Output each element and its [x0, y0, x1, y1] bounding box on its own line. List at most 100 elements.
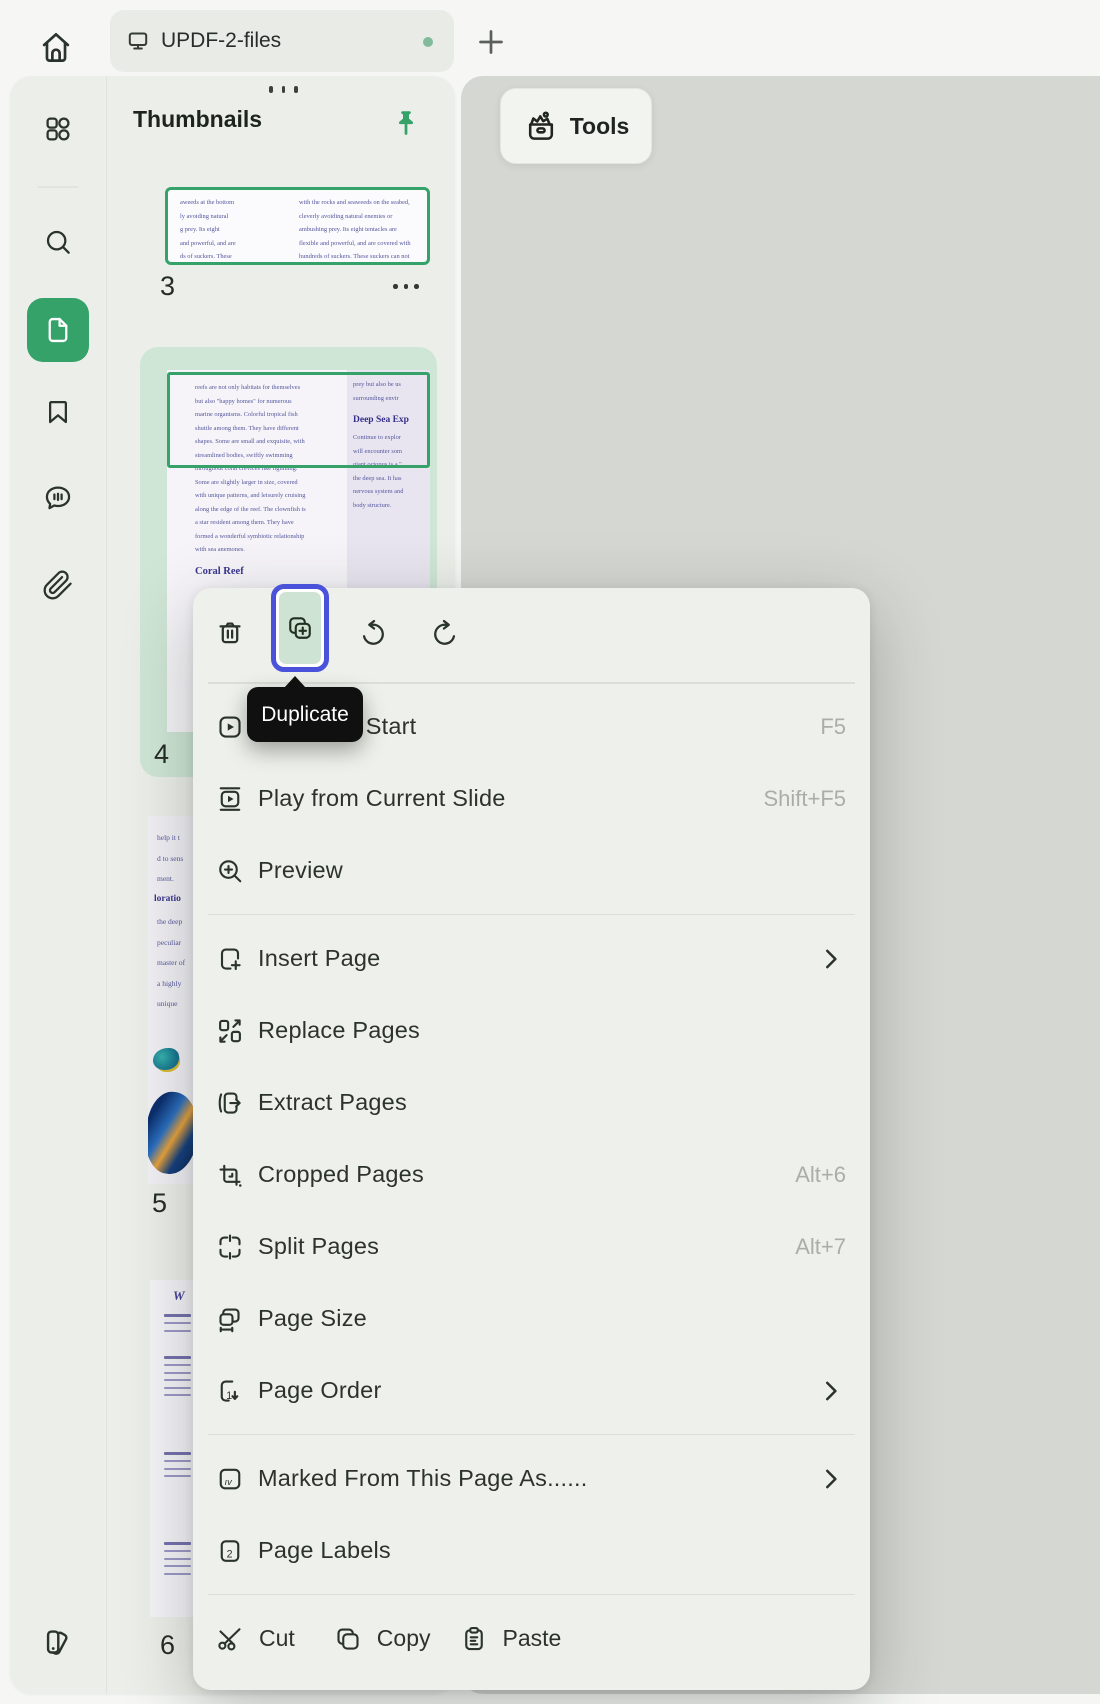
page-6-text-block	[164, 1356, 191, 1402]
page-3-left-column: aweeds at the bottomly avoiding naturalg…	[180, 196, 286, 264]
updf-app-window: UPDF-2-files Thumbnails aweeds at the bo…	[0, 0, 1100, 1704]
replace-pages-icon	[215, 1016, 245, 1046]
page-6-text-block	[164, 1452, 191, 1483]
monitor-icon	[126, 29, 150, 53]
text-line: body structure.	[353, 499, 429, 513]
cut-icon	[215, 1624, 245, 1654]
panel-drag-handle[interactable]	[269, 86, 298, 93]
svg-text:ıv: ıv	[225, 1476, 234, 1486]
text-line: a highly	[157, 974, 185, 995]
text-line: formed a wonderful symbiotic relationshi…	[195, 530, 341, 544]
sidebar-item-attachments[interactable]	[34, 561, 82, 609]
tools-label: Tools	[570, 113, 630, 140]
duplicate-button-highlighted[interactable]	[271, 584, 329, 672]
cut-button[interactable]: Cut	[215, 1624, 295, 1654]
text-line: and powerful, and are	[180, 237, 286, 251]
svg-text:2: 2	[227, 1548, 233, 1560]
swatches-icon	[41, 1625, 75, 1659]
page-3-more-icon[interactable]	[393, 284, 419, 289]
menu-item-page-size[interactable]: Page Size	[193, 1283, 870, 1355]
menu-item-label: Extract Pages	[258, 1089, 407, 1116]
thumbnail-page-3[interactable]: aweeds at the bottomly avoiding naturalg…	[165, 187, 430, 265]
sidebar-item-page-thumbnails[interactable]	[27, 298, 89, 362]
chevron-right-icon	[816, 944, 846, 974]
undo-button[interactable]	[349, 608, 397, 656]
comment-icon	[42, 482, 74, 514]
page-size-icon	[215, 1304, 245, 1334]
clip-label: Copy	[377, 1625, 431, 1652]
new-tab-icon[interactable]	[474, 25, 508, 59]
document-tab[interactable]: UPDF-2-files	[110, 10, 454, 72]
page-5-number: 5	[152, 1188, 167, 1219]
text-line: along the edge of the reef. The clownfis…	[195, 503, 341, 517]
text-line: ly avoiding natural	[180, 210, 286, 224]
play-start-icon	[215, 712, 245, 742]
sidebar-item-stamps[interactable]	[34, 1618, 82, 1666]
text-line: cleverly avoiding natural enemies or	[299, 210, 425, 224]
chevron-right-icon	[816, 1376, 846, 1406]
undo-icon	[357, 616, 389, 648]
menu-item-label: Page Size	[258, 1305, 367, 1332]
duplicate-tooltip: Duplicate	[247, 687, 363, 742]
page-4-number: 4	[154, 739, 169, 770]
play-current-icon	[215, 784, 245, 814]
menu-divider	[193, 1587, 870, 1603]
page-6-text-block	[164, 1314, 191, 1337]
text-line: ds of suckers. These	[180, 250, 286, 264]
menu-item-split-pages[interactable]: Split PagesAlt+7	[193, 1211, 870, 1283]
menu-item-marked-from-this-page-as[interactable]: ıvMarked From This Page As......	[193, 1443, 870, 1515]
sidebar	[10, 76, 107, 1694]
redo-icon	[429, 616, 461, 648]
page-labels-icon: 2	[215, 1536, 245, 1566]
unsaved-dot	[423, 37, 433, 47]
marked-as-icon: ıv	[215, 1464, 245, 1494]
menu-item-page-labels[interactable]: 2Page Labels	[193, 1515, 870, 1587]
sidebar-divider	[37, 186, 79, 188]
pin-icon[interactable]	[391, 108, 421, 138]
text-line: d to sens	[157, 849, 183, 870]
copy-button[interactable]: Copy	[333, 1624, 431, 1654]
menu-item-preview[interactable]: Preview	[193, 835, 870, 907]
sidebar-item-apps[interactable]	[34, 105, 82, 153]
clip-label: Cut	[259, 1625, 295, 1652]
page-5-heading: loratio	[154, 894, 181, 904]
paste-icon	[459, 1624, 489, 1654]
menu-item-replace-pages[interactable]: Replace Pages	[193, 995, 870, 1067]
menu-item-page-order[interactable]: 1Page Order	[193, 1355, 870, 1427]
menu-item-play-from-current-slide[interactable]: Play from Current SlideShift+F5	[193, 763, 870, 835]
sidebar-item-search[interactable]	[34, 218, 82, 266]
tooltip-text: Duplicate	[261, 703, 349, 727]
text-line: aweeds at the bottom	[180, 196, 286, 210]
text-line: ment.	[157, 869, 183, 890]
text-line: g prey. Its eight	[180, 223, 286, 237]
svg-text:1: 1	[226, 1390, 232, 1402]
paperclip-icon	[42, 569, 74, 601]
text-line: with unique patterns, and leisurely crui…	[195, 489, 341, 503]
text-line: hundreds of suckers. These suckers can n…	[299, 250, 425, 264]
menu-item-label: Insert Page	[258, 945, 380, 972]
redo-button[interactable]	[421, 608, 469, 656]
toolbox-icon	[523, 108, 559, 144]
text-line: nervous system and	[353, 485, 429, 499]
panel-title: Thumbnails	[133, 106, 262, 133]
menu-item-insert-page[interactable]: Insert Page	[193, 923, 870, 995]
chevron-right-icon	[816, 1464, 846, 1494]
menu-item-cropped-pages[interactable]: Cropped PagesAlt+6	[193, 1139, 870, 1211]
menu-item-shortcut: Alt+7	[795, 1234, 846, 1260]
cropped-pages-icon	[215, 1160, 245, 1190]
copy-icon	[333, 1624, 363, 1654]
tab-title: UPDF-2-files	[161, 29, 281, 53]
text-line: ambushing prey. Its eight tentacles are	[299, 223, 425, 237]
text-line: with sea anemones.	[195, 543, 341, 557]
sidebar-item-bookmarks[interactable]	[34, 388, 82, 436]
menu-item-extract-pages[interactable]: Extract Pages	[193, 1067, 870, 1139]
tools-button[interactable]: Tools	[500, 88, 652, 164]
delete-button[interactable]	[206, 608, 254, 656]
home-icon[interactable]	[37, 28, 75, 66]
page-3-number: 3	[160, 271, 175, 302]
sidebar-item-comments[interactable]	[34, 474, 82, 522]
text-line: Some are slightly larger in size, covere…	[195, 476, 341, 490]
menu-item-shortcut: F5	[820, 714, 846, 740]
page-4-selection-box	[167, 372, 430, 468]
paste-button[interactable]: Paste	[459, 1624, 562, 1654]
